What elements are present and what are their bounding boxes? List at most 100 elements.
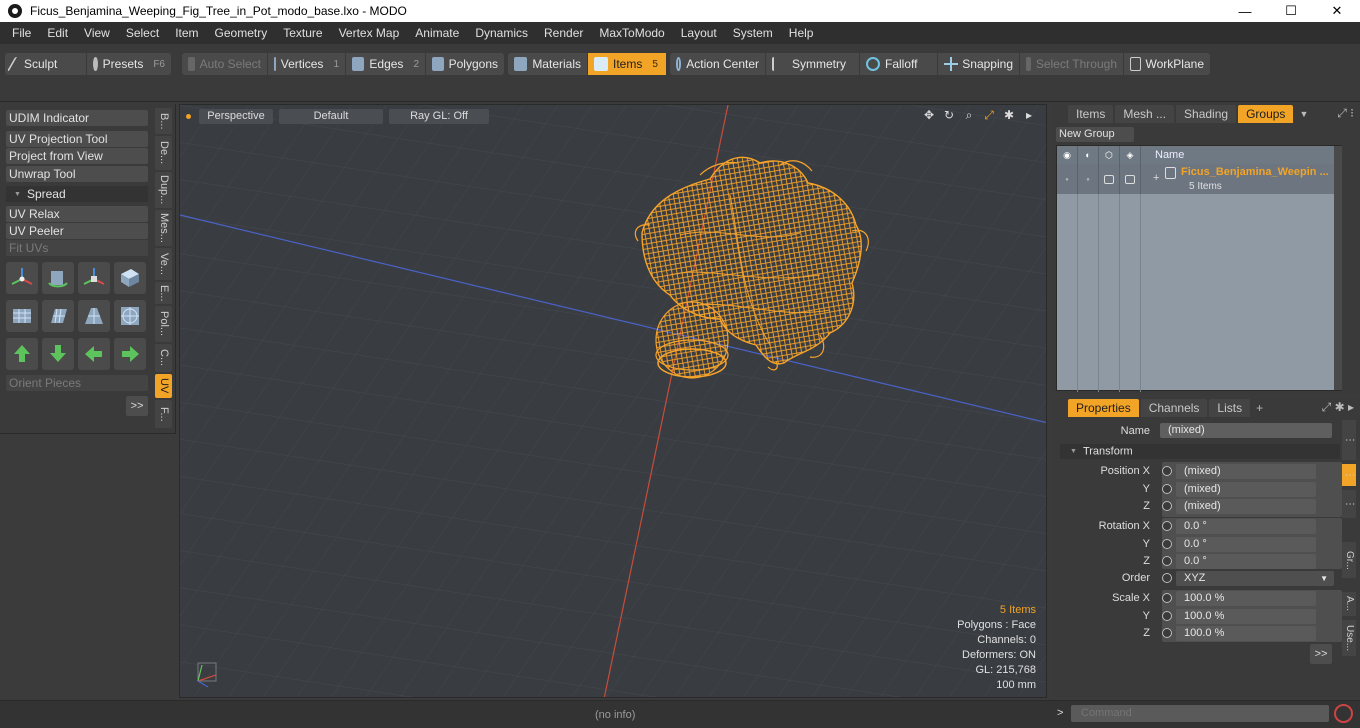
arrow-left-icon[interactable] (78, 338, 110, 370)
transform-uv-tool-icon[interactable] (114, 262, 146, 294)
rotation-y-keyframe-icon[interactable] (1162, 539, 1172, 549)
polygons-button[interactable]: Polygons (426, 53, 504, 75)
vertices-button[interactable]: Vertices 1 (268, 53, 346, 75)
uv-projection-tool-button[interactable]: UV Projection Tool (6, 131, 148, 147)
unwrap-tool-button[interactable]: Unwrap Tool (6, 166, 148, 182)
menu-system[interactable]: System (725, 26, 781, 40)
row-visibility-icon[interactable]: ◦ (1057, 164, 1078, 194)
panel-expand-icon[interactable]: ⤢ ⁝ (1337, 106, 1354, 121)
sculpt-button[interactable]: Sculpt (5, 53, 87, 75)
spread-section-header[interactable]: Spread (6, 186, 148, 202)
tab-properties[interactable]: Properties (1068, 399, 1139, 417)
viewport-settings-icon[interactable]: ✱ (1002, 108, 1016, 122)
menu-select[interactable]: Select (118, 26, 167, 40)
tab-basic[interactable]: B... (155, 108, 172, 134)
fit-uvs-button[interactable]: Fit UVs (6, 240, 148, 256)
side-tab-groups[interactable]: Gr... (1342, 542, 1356, 578)
action-center-button[interactable]: Action Center (670, 53, 766, 75)
close-button[interactable]: ✕ (1314, 0, 1360, 22)
tab-groups[interactable]: Groups (1238, 105, 1294, 123)
workplane-button[interactable]: WorkPlane (1124, 53, 1210, 75)
visibility-eye-icon[interactable]: ◉ (1057, 146, 1078, 164)
scale-y-keyframe-icon[interactable] (1162, 611, 1172, 621)
menu-help[interactable]: Help (781, 26, 822, 40)
menu-view[interactable]: View (76, 26, 118, 40)
presets-button[interactable]: Presets F6 (87, 53, 171, 75)
menu-vertex-map[interactable]: Vertex Map (331, 26, 408, 40)
tab-fusion[interactable]: F... (155, 400, 172, 428)
scale-z-field[interactable]: 100.0 % (1176, 626, 1316, 641)
tab-duplicate[interactable]: Dup... (155, 172, 172, 208)
viewport-canvas[interactable] (180, 105, 1047, 698)
row-render-icon[interactable]: ◦ (1078, 164, 1099, 194)
menu-texture[interactable]: Texture (275, 26, 330, 40)
rotate-uv-tool-icon[interactable] (42, 262, 74, 294)
position-x-field[interactable]: (mixed) (1176, 464, 1316, 479)
add-tab-button[interactable]: + (1256, 401, 1263, 415)
uv-grid-icon[interactable] (42, 300, 74, 332)
menu-item[interactable]: Item (167, 26, 206, 40)
tab-vertex[interactable]: Ve... (155, 248, 172, 280)
menu-animate[interactable]: Animate (407, 26, 467, 40)
order-dropdown[interactable]: XYZ ▼ (1176, 571, 1334, 586)
rotate-view-icon[interactable]: ↻ (942, 108, 956, 122)
items-button[interactable]: Items 5 (588, 53, 666, 75)
side-tab-dots-2[interactable]: ⋮ (1342, 490, 1356, 518)
uv-peeler-button[interactable]: UV Peeler (6, 223, 148, 239)
side-tab-dots[interactable]: ⋮ (1342, 420, 1356, 460)
menu-dynamics[interactable]: Dynamics (467, 26, 536, 40)
render-icon[interactable]: ◐ (1078, 146, 1099, 164)
shading-mode-dropdown[interactable]: Default (279, 108, 383, 124)
auto-select-button[interactable]: Auto Select (182, 53, 268, 75)
menu-edit[interactable]: Edit (39, 26, 76, 40)
scale-x-field[interactable]: 100.0 % (1176, 591, 1316, 606)
rotation-z-keyframe-icon[interactable] (1162, 556, 1172, 566)
tab-shading[interactable]: Shading (1176, 105, 1237, 123)
snapping-button[interactable]: Snapping (938, 53, 1020, 75)
scale-z-keyframe-icon[interactable] (1162, 628, 1172, 638)
tab-channels[interactable]: Channels (1140, 399, 1208, 417)
group-name[interactable]: Ficus_Benjamina_Weepin ... (1181, 166, 1329, 178)
expand-more-button[interactable]: >> (126, 396, 148, 416)
scale-x-keyframe-icon[interactable] (1162, 593, 1172, 603)
group-row[interactable]: ◦ ◦ + Ficus_Benjamina_Weepin ... 5 Items (1057, 164, 1341, 194)
menu-render[interactable]: Render (536, 26, 591, 40)
tab-deform[interactable]: De... (155, 136, 172, 170)
tabs-dropdown-icon[interactable]: ▼ (1299, 109, 1308, 119)
select-icon[interactable]: ◈ (1120, 146, 1141, 164)
rotation-y-field[interactable]: 0.0 ° (1176, 537, 1316, 552)
udim-indicator-button[interactable]: UDIM Indicator (6, 110, 148, 126)
row-select-checkbox[interactable] (1120, 164, 1141, 194)
planar-projection-icon[interactable] (6, 300, 38, 332)
rotation-x-keyframe-icon[interactable] (1162, 521, 1172, 531)
tab-mesh[interactable]: Mesh ... (1115, 105, 1175, 123)
minimize-button[interactable]: — (1222, 0, 1268, 22)
rotation-z-field[interactable]: 0.0 ° (1176, 554, 1316, 569)
spherical-projection-icon[interactable] (114, 300, 146, 332)
command-history-arrow[interactable]: > (1057, 707, 1063, 719)
side-tab-active[interactable]: ⋮ (1342, 464, 1356, 486)
fit-view-icon[interactable]: ⤢ (982, 108, 996, 122)
tab-uv[interactable]: UV (155, 374, 172, 398)
select-through-button[interactable]: Select Through (1020, 53, 1124, 75)
record-macro-icon[interactable] (1334, 704, 1353, 723)
position-z-field[interactable]: (mixed) (1176, 499, 1316, 514)
view-type-dropdown[interactable]: Perspective (199, 108, 273, 124)
expand-toggle-icon[interactable]: + (1153, 172, 1159, 184)
project-from-view-button[interactable]: Project from View (6, 148, 148, 164)
falloff-button[interactable]: Falloff (860, 53, 938, 75)
symmetry-button[interactable]: Symmetry (766, 53, 860, 75)
side-tab-a[interactable]: A... (1342, 592, 1356, 616)
uv-relax-button[interactable]: UV Relax (6, 206, 148, 222)
raygl-toggle[interactable]: Ray GL: Off (389, 108, 489, 124)
perspective-grid-icon[interactable] (78, 300, 110, 332)
group-list-scrollbar[interactable] (1334, 146, 1342, 390)
tab-edge[interactable]: E... (155, 282, 172, 304)
tab-curve[interactable]: C... (155, 344, 172, 372)
tab-polygon[interactable]: Pol... (155, 306, 172, 342)
properties-more-button[interactable]: >> (1310, 644, 1332, 664)
edges-button[interactable]: Edges 2 (346, 53, 426, 75)
move-uv-tool-icon[interactable] (6, 262, 38, 294)
scale-y-field[interactable]: 100.0 % (1176, 609, 1316, 624)
zoom-icon[interactable]: ⌕ (962, 108, 976, 122)
